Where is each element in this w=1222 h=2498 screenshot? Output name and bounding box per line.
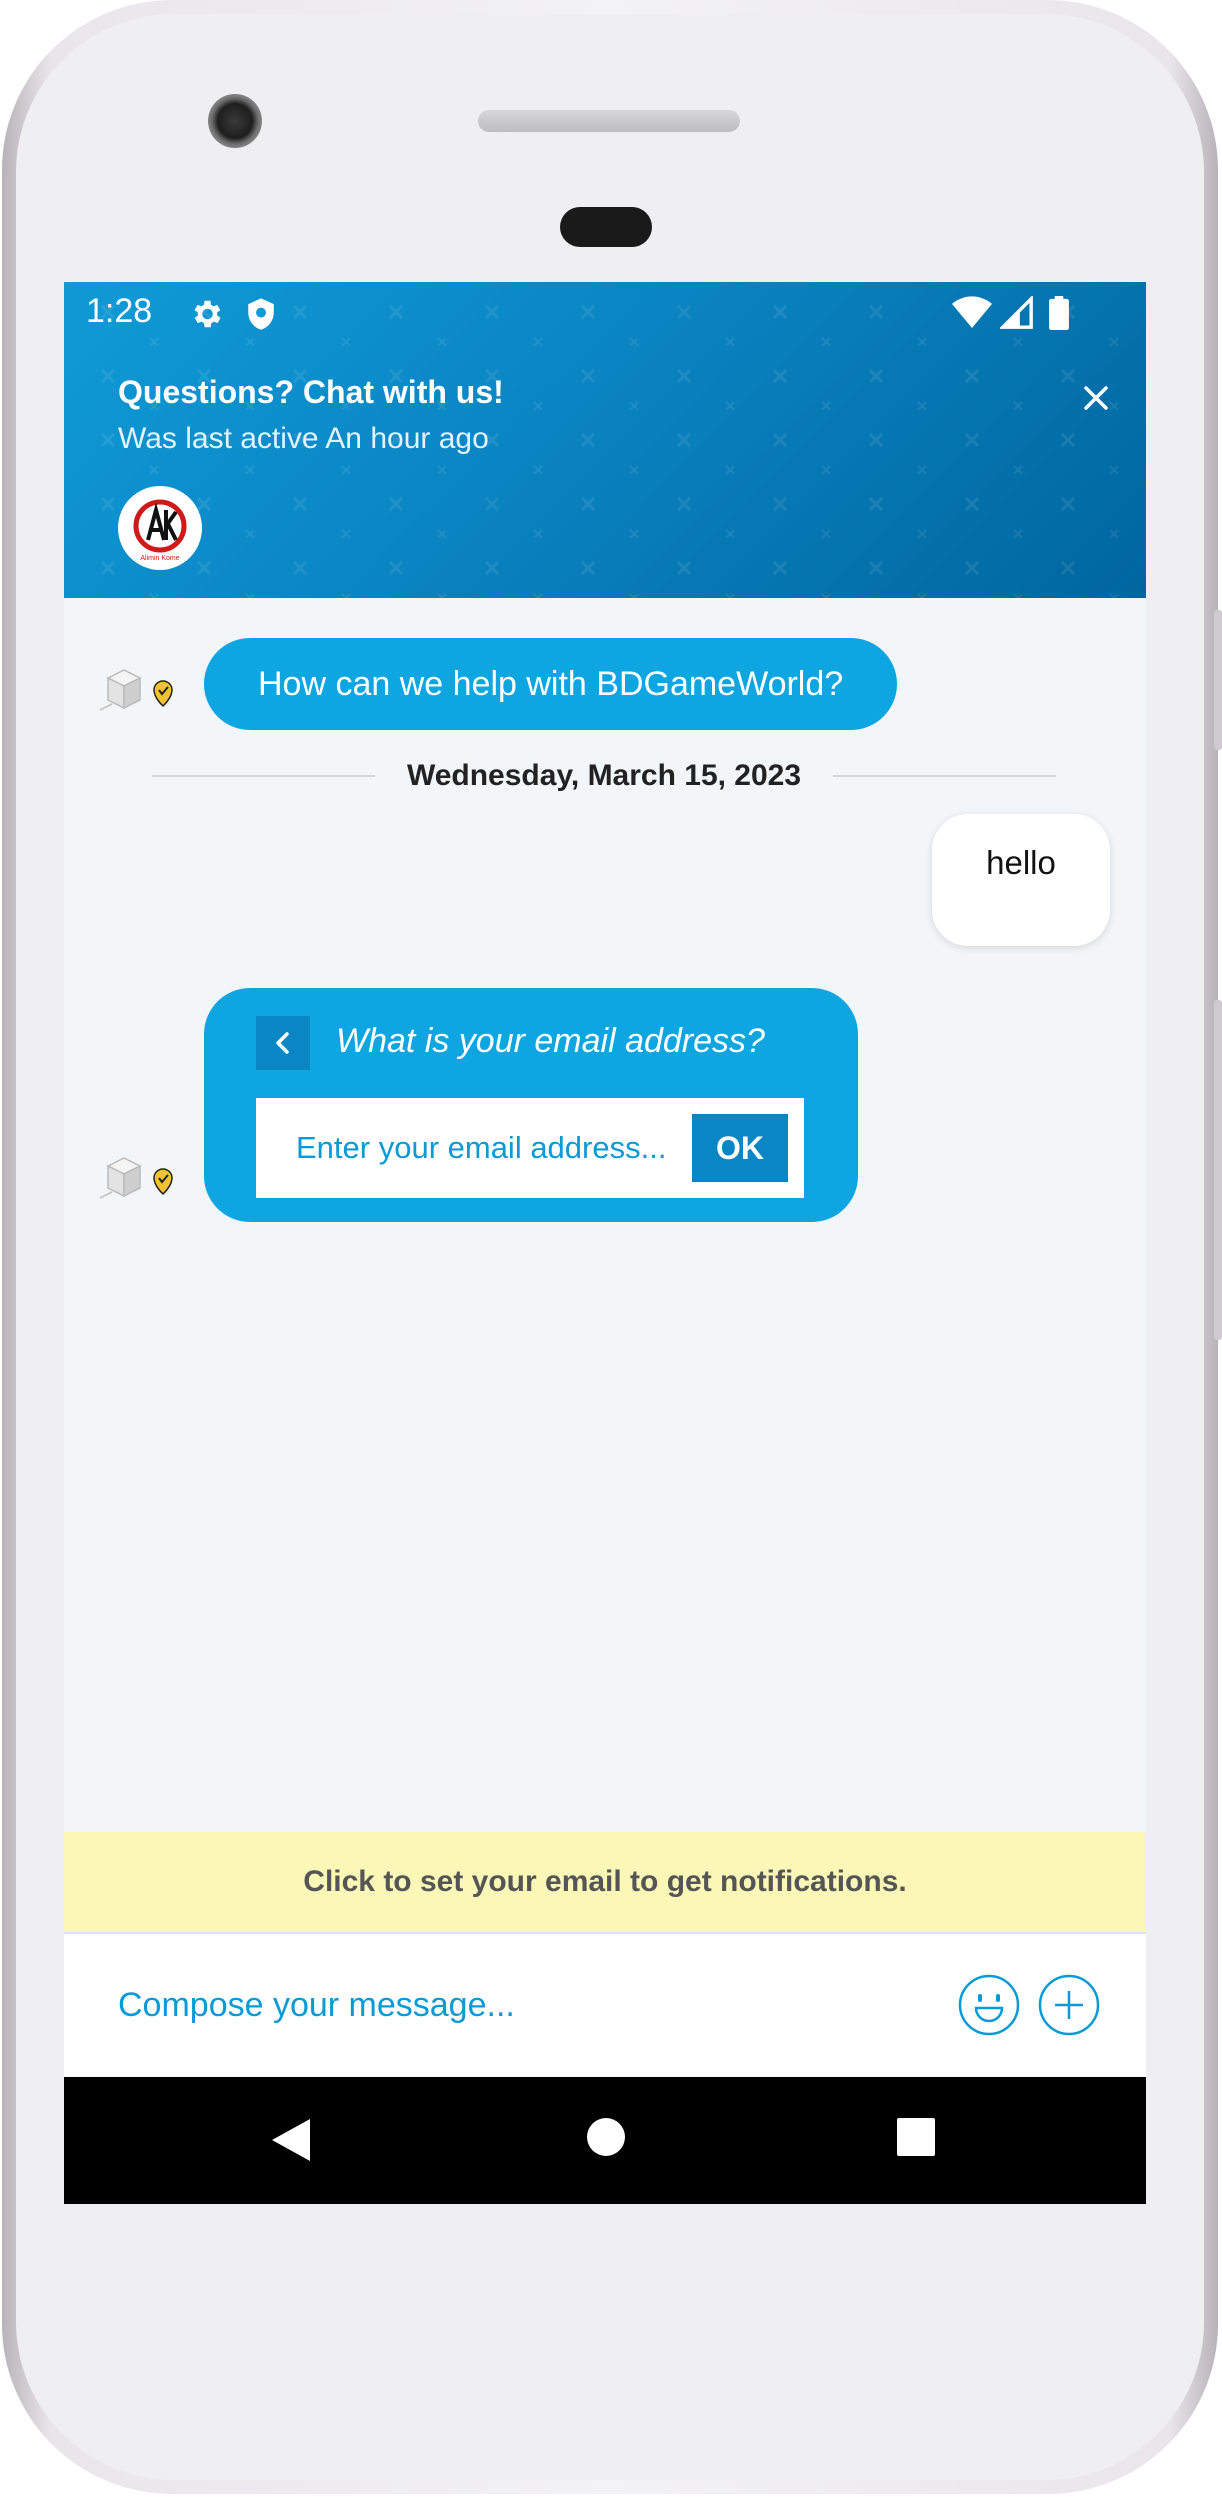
bot-avatar-icon [99,669,173,711]
plus-icon[interactable] [1038,1974,1100,2036]
app-screen: 1:28 Questions? Chat with us! Was last a… [64,282,1146,2204]
power-button [1214,1000,1222,1340]
signal-icon [1000,296,1033,329]
volume-button [1214,610,1222,750]
home-circle-icon[interactable] [586,2117,626,2157]
gear-icon [194,300,221,328]
bot-greeting-bubble: How can we help with BDGameWorld? [204,638,898,730]
proximity-sensor [560,207,652,247]
back-button[interactable] [256,1016,310,1070]
status-time: 1:28 [86,292,153,330]
navigation-bar [64,2077,1146,2204]
date-divider-text: Wednesday, March 15, 2023 [406,759,802,792]
emoji-icon[interactable] [958,1974,1020,2036]
brand-logo-text: Alimin Kome [140,555,179,562]
chevron-left-icon [276,1032,289,1054]
user-message-bubble: hello [932,814,1110,946]
email-notification-bar[interactable]: Click to set your email to get notificat… [64,1832,1146,1934]
brand-avatar: Alimin Kome [118,486,202,570]
front-camera [208,94,262,148]
compose-input[interactable] [118,1970,938,2040]
close-button[interactable] [1074,376,1118,420]
divider-line [152,775,375,777]
email-input[interactable] [256,1098,686,1198]
ok-button[interactable]: OK [692,1114,788,1182]
email-question: What is your email address? [336,1022,765,1060]
email-input-row: OK [256,1098,804,1198]
bot-avatar-icon [99,1157,173,1199]
brand-logo: Alimin Kome [133,499,187,562]
message-composer [64,1934,1146,2076]
chat-title: Questions? Chat with us! [118,374,504,410]
status-bar: 1:28 [64,282,1146,346]
shield-icon [248,298,274,330]
battery-icon [1049,296,1069,330]
recents-square-icon[interactable] [896,2117,936,2157]
wifi-icon [952,296,992,328]
date-divider: Wednesday, March 15, 2023 [152,756,1056,796]
last-active-text: Was last active An hour ago [118,422,489,455]
chat-header: 1:28 Questions? Chat with us! Was last a… [64,282,1146,598]
earpiece-speaker [478,110,740,132]
close-icon [1084,386,1108,410]
email-prompt-card: What is your email address? OK [204,988,858,1222]
back-triangle-icon[interactable] [270,2117,312,2163]
divider-line [833,775,1056,777]
